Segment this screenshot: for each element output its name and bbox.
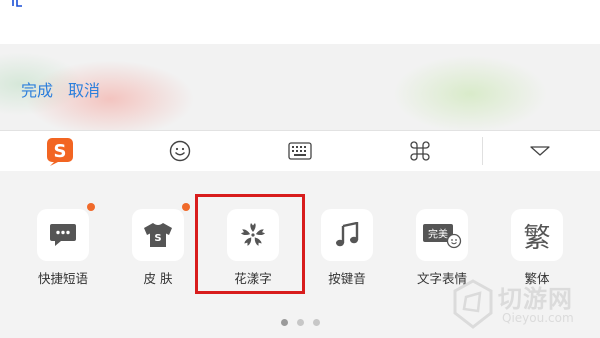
watermark: 切游网 Qieyou.com (452, 277, 598, 333)
notification-dot (182, 203, 190, 211)
tshirt-icon: S (144, 223, 172, 247)
keyboard-icon (288, 142, 312, 160)
app-text-emoji[interactable]: 完美 文字表情 (402, 209, 482, 287)
page-dot (296, 319, 304, 326)
edit-action-bar: 完成 取消 (0, 44, 600, 130)
app-label: 快捷短语 (37, 271, 88, 286)
command-icon (410, 141, 430, 161)
done-button[interactable]: 完成 (21, 77, 53, 101)
emoji-button[interactable] (150, 131, 210, 171)
cancel-button[interactable]: 取消 (68, 77, 100, 101)
sogou-logo-button[interactable]: S (30, 131, 90, 171)
app-label: 皮 肤 (143, 271, 173, 286)
app-tile: 完美 (416, 209, 468, 261)
app-label: 按键音 (328, 271, 366, 286)
text-cursor-glyph (12, 0, 22, 7)
keyboard-toolbar: S (0, 130, 600, 172)
traditional-char-icon: 繁 (523, 222, 551, 254)
page-dot (280, 319, 288, 326)
logo-letter: S (54, 141, 67, 162)
app-quick-phrases[interactable]: 快捷短语 (23, 203, 103, 287)
chevron-down-icon (530, 146, 550, 156)
app-tile: 繁 (511, 209, 563, 261)
app-traditional-chinese[interactable]: 繁 繁体 (497, 209, 577, 287)
text-emoji-icon: 完美 (423, 224, 462, 249)
app-tile (321, 209, 373, 261)
feature-panel: 快捷短语 S 皮 肤 花漾字 按键音 完美 文字表情 繁 繁体 切游网 Qiey… (0, 171, 600, 338)
highlight-box (195, 194, 305, 294)
text-emoji-label: 完美 (428, 228, 448, 241)
app-tile (37, 203, 95, 261)
toolbar-divider (482, 137, 483, 165)
keyboard-button[interactable] (270, 131, 330, 171)
notification-dot (87, 203, 95, 211)
tshirt-letter: S (154, 233, 161, 244)
collapse-keyboard-button[interactable] (510, 131, 570, 171)
watermark-logo (453, 279, 493, 329)
music-note-icon (336, 222, 359, 247)
watermark-text-en: Qieyou.com (502, 311, 574, 325)
app-skin[interactable]: S 皮 肤 (118, 203, 198, 287)
watermark-text-cn: 切游网 (498, 285, 573, 313)
text-input-area[interactable] (0, 0, 600, 44)
sogou-logo-icon: S (47, 138, 73, 166)
emoji-icon (169, 140, 191, 162)
app-tile: S (132, 203, 190, 261)
app-key-sound[interactable]: 按键音 (307, 209, 387, 287)
command-button[interactable] (390, 131, 450, 171)
chat-bubble-icon (50, 224, 76, 246)
page-dot (312, 319, 320, 326)
